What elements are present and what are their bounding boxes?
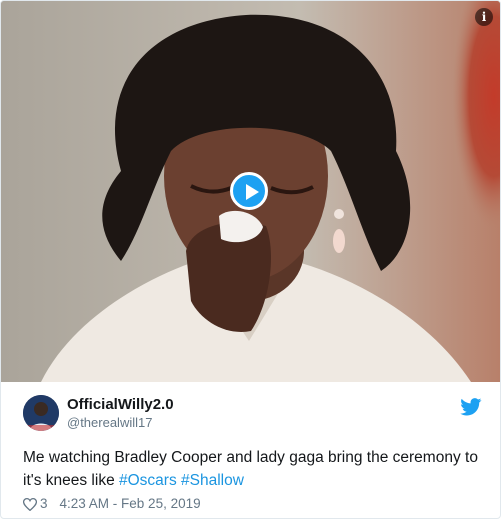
video-thumbnail[interactable]: i bbox=[1, 1, 500, 382]
author-names: OfficialWilly2.0 @therealwill17 bbox=[67, 395, 174, 431]
avatar[interactable] bbox=[23, 395, 59, 431]
avatar-image bbox=[23, 395, 59, 431]
tweet-text: Me watching Bradley Cooper and lady gaga… bbox=[23, 446, 483, 492]
twitter-bird-icon[interactable] bbox=[460, 398, 482, 416]
tweet-meta: 3 4:23 AM - Feb 25, 2019 bbox=[23, 495, 201, 513]
like-count[interactable]: 3 bbox=[40, 495, 48, 513]
timestamp[interactable]: 4:23 AM - Feb 25, 2019 bbox=[60, 495, 201, 513]
user-handle[interactable]: @therealwill17 bbox=[67, 414, 174, 431]
hashtag-shallow[interactable]: #Shallow bbox=[181, 472, 244, 489]
info-icon[interactable]: i bbox=[475, 8, 493, 26]
heart-icon[interactable] bbox=[23, 497, 37, 511]
display-name[interactable]: OfficialWilly2.0 bbox=[67, 395, 174, 414]
tweet-header: OfficialWilly2.0 @therealwill17 bbox=[23, 393, 482, 433]
play-button[interactable] bbox=[230, 172, 268, 210]
tweet-text-body: Me watching Bradley Cooper and lady gaga… bbox=[23, 449, 478, 489]
hashtag-oscars[interactable]: #Oscars bbox=[119, 472, 177, 489]
tweet-card: i OfficialWilly2.0 @therealwill17 Me wat… bbox=[0, 0, 501, 519]
